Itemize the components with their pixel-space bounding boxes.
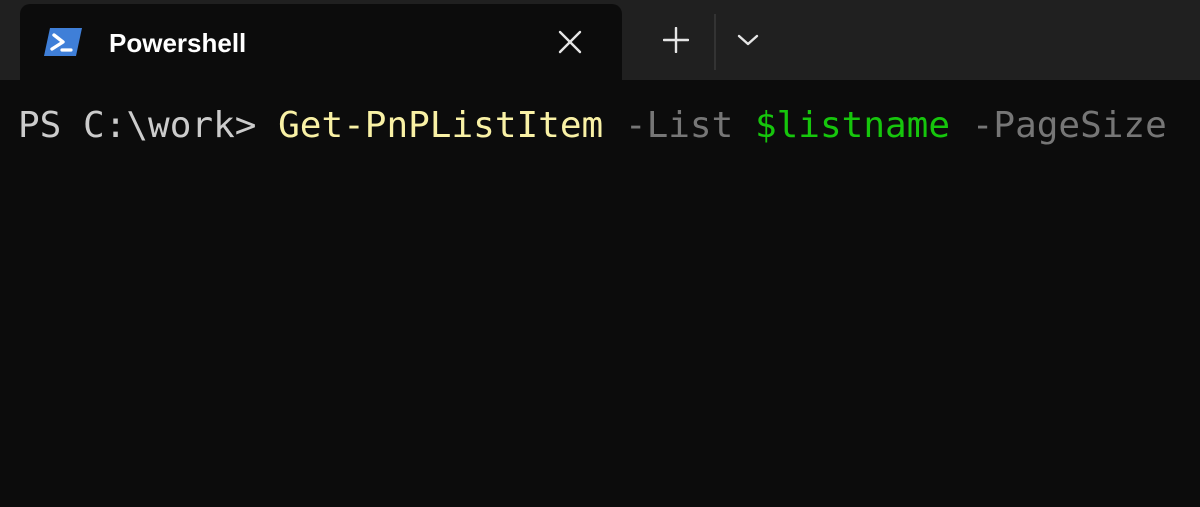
parameter-token: -PageSize <box>971 105 1167 146</box>
new-tab-button[interactable] <box>648 14 704 66</box>
toolbar-separator <box>714 14 716 70</box>
command-token: Get-PnPListItem <box>278 105 604 146</box>
powershell-icon <box>43 26 83 58</box>
chevron-down-icon <box>737 34 759 46</box>
tab-title: Powershell <box>109 28 247 58</box>
tab-powershell[interactable]: Powershell <box>20 4 622 86</box>
prompt-text: PS C:\work> <box>18 105 279 146</box>
command-line: PS C:\work> Get-PnPListItem -List $listn… <box>18 104 1167 148</box>
terminal-window: Powershell PS C:\work> Get-PnPListItem -… <box>0 0 1200 507</box>
terminal-output[interactable]: PS C:\work> Get-PnPListItem -List $listn… <box>0 86 1200 507</box>
tab-close-button[interactable] <box>548 22 592 62</box>
close-icon <box>558 30 582 54</box>
profiles-dropdown-button[interactable] <box>722 14 774 66</box>
plus-icon <box>663 27 689 53</box>
variable-token: $listname <box>754 105 951 146</box>
parameter-token: -List <box>624 105 734 146</box>
tab-bar: Powershell <box>0 0 1200 86</box>
